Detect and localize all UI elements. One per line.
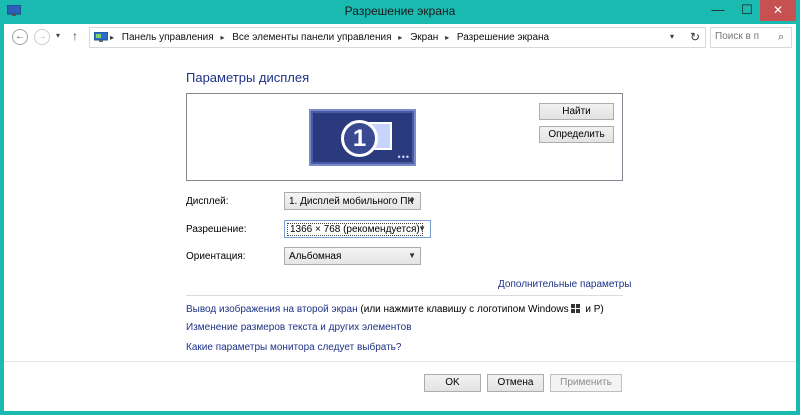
main-content: Параметры дисплея 1 ••• Найти Определить… (4, 51, 796, 411)
breadcrumb-separator[interactable]: ▸ (220, 33, 224, 42)
search-input[interactable] (715, 31, 775, 42)
search-box[interactable]: ⌕ (710, 27, 792, 48)
monitor-number-badge: 1 (341, 120, 378, 157)
second-screen-link[interactable]: Вывод изображения на второй экран (186, 304, 358, 315)
orientation-label: Ориентация: (186, 251, 246, 262)
breadcrumb-screen-resolution[interactable]: Разрешение экрана (457, 32, 549, 43)
apply-button[interactable]: Применить (550, 374, 622, 392)
advanced-settings-link[interactable]: Дополнительные параметры (498, 279, 631, 290)
resolution-select[interactable]: 1366 × 768 (рекомендуется) ▼ (284, 220, 431, 238)
maximize-button[interactable]: ☐ (733, 0, 761, 21)
chevron-down-icon: ▼ (408, 251, 416, 260)
minimize-button[interactable]: — (704, 0, 732, 21)
control-panel-icon (94, 32, 108, 42)
cancel-button[interactable]: Отмена (487, 374, 544, 392)
breadcrumb-all-items[interactable]: Все элементы панели управления (232, 32, 391, 43)
footer-divider (4, 361, 796, 362)
second-screen-hint: (или нажмите клавишу с логотипом Windows (357, 304, 569, 315)
find-button[interactable]: Найти (539, 103, 614, 120)
orientation-select[interactable]: Альбомная ▼ (284, 247, 421, 265)
forward-button[interactable]: → (34, 29, 50, 45)
breadcrumb-separator[interactable]: ▸ (110, 33, 114, 42)
breadcrumb-separator[interactable]: ▸ (445, 33, 449, 42)
orientation-select-value: Альбомная (289, 251, 342, 262)
chevron-down-icon: ▼ (408, 196, 416, 205)
display-select-value: 1. Дисплей мобильного ПК (289, 196, 414, 207)
page-title: Параметры дисплея (186, 70, 310, 85)
second-screen-hint-key: и P) (582, 304, 604, 315)
breadcrumb-control-panel[interactable]: Панель управления (122, 32, 214, 43)
title-bar: Разрешение экрана — ☐ ✕ (0, 0, 800, 24)
monitor-1-thumbnail[interactable]: 1 ••• (309, 109, 416, 166)
display-preview-panel: 1 ••• Найти Определить (186, 93, 623, 181)
window-title: Разрешение экрана (344, 4, 456, 18)
ok-button[interactable]: OK (424, 374, 481, 392)
windows-logo-icon (570, 304, 580, 313)
address-dropdown-icon[interactable]: ▾ (670, 32, 674, 41)
breadcrumb[interactable]: ▸ Панель управления ▸ Все элементы панел… (89, 27, 706, 48)
text-size-link[interactable]: Изменение размеров текста и других элеме… (186, 322, 412, 333)
display-label: Дисплей: (186, 196, 229, 207)
second-screen-row: Вывод изображения на второй экран (или н… (186, 304, 604, 315)
recent-locations-dropdown[interactable]: ▾ (56, 31, 60, 40)
monitor-settings-help-link[interactable]: Какие параметры монитора следует выбрать… (186, 342, 401, 353)
resolution-label: Разрешение: (186, 224, 247, 235)
breadcrumb-separator[interactable]: ▸ (398, 33, 402, 42)
divider (186, 295, 623, 296)
monitor-dots-icon: ••• (397, 152, 410, 162)
identify-button[interactable]: Определить (539, 126, 614, 143)
search-icon[interactable]: ⌕ (778, 31, 784, 44)
address-bar: ← → ▾ ↑ ▸ Панель управления ▸ Все элемен… (4, 24, 796, 51)
breadcrumb-display[interactable]: Экран (410, 32, 438, 43)
back-button[interactable]: ← (12, 29, 28, 45)
resolution-select-value: 1366 × 768 (рекомендуется) (287, 223, 423, 236)
up-button[interactable]: ↑ (72, 29, 78, 43)
close-button[interactable]: ✕ (760, 0, 796, 21)
chevron-down-icon: ▼ (418, 224, 426, 233)
refresh-icon[interactable]: ↻ (690, 30, 700, 44)
display-select[interactable]: 1. Дисплей мобильного ПК ▼ (284, 192, 421, 210)
